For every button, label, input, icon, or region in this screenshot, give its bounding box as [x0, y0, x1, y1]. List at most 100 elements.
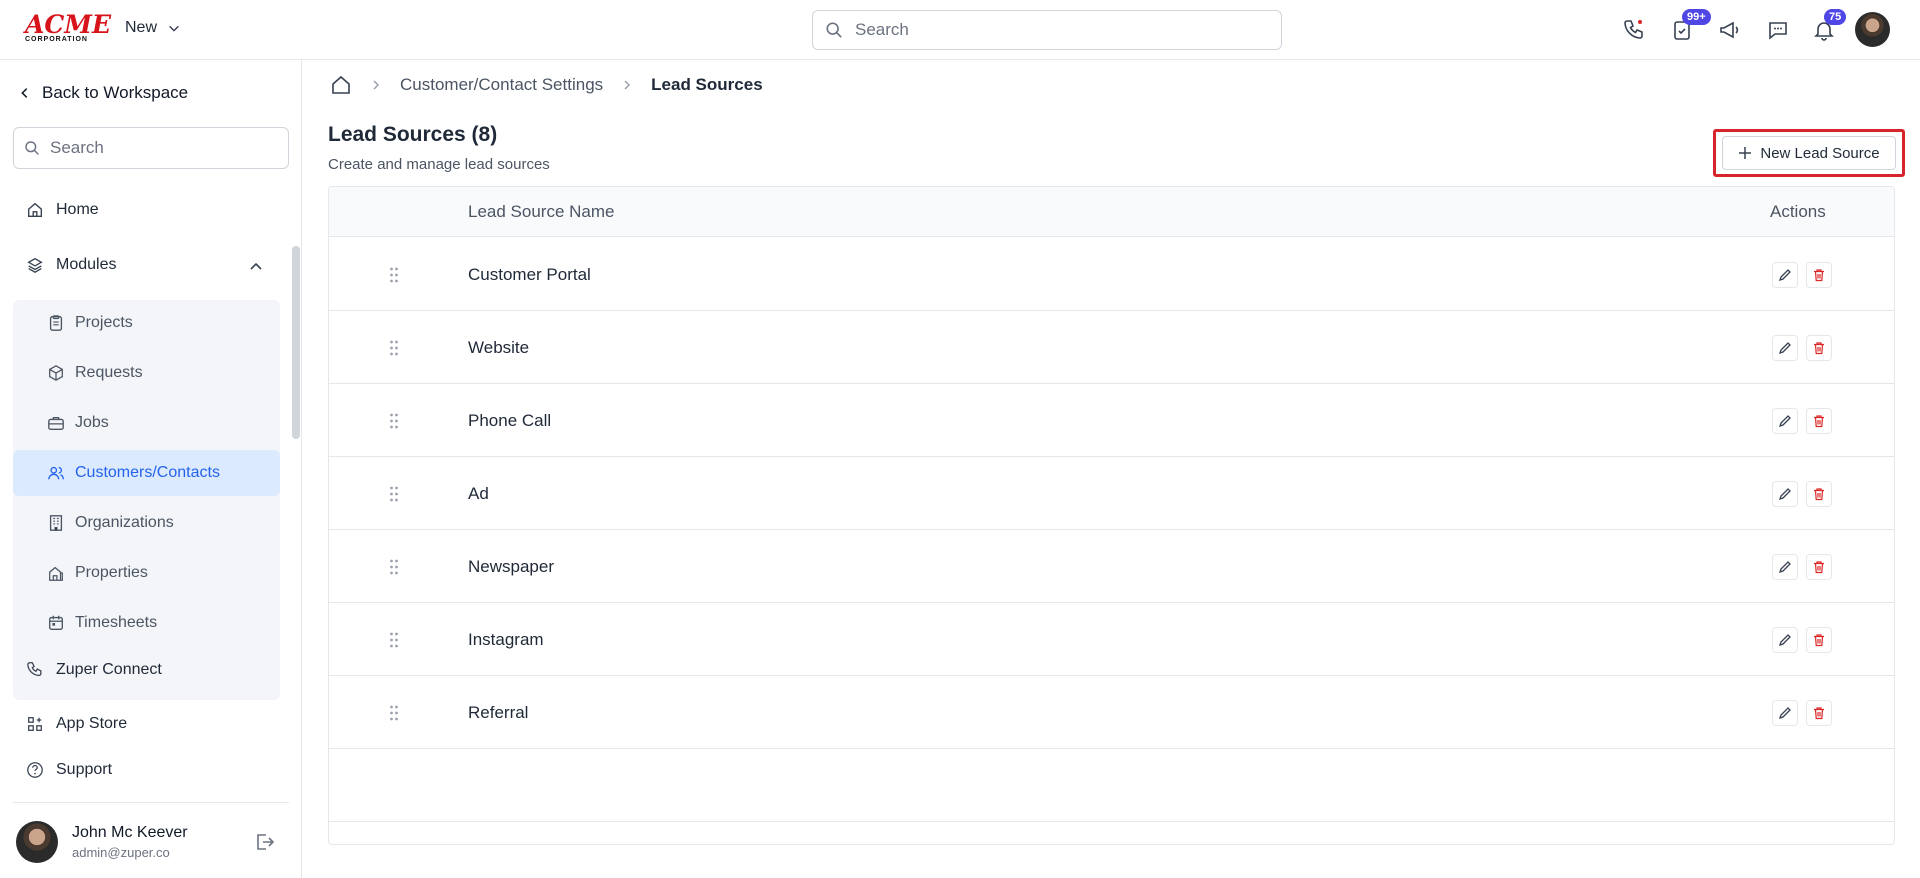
drag-handle-icon[interactable] [389, 266, 399, 284]
sidebar-item-app-store[interactable]: App Store [26, 715, 127, 733]
trash-icon [1814, 415, 1824, 428]
chevron-up-icon[interactable] [248, 258, 264, 274]
sidebar-search-input[interactable] [50, 138, 270, 158]
sidebar-item-home[interactable]: Home [26, 201, 99, 219]
drag-handle-icon[interactable] [389, 485, 399, 503]
chevron-left-icon [21, 88, 28, 98]
back-to-workspace-link[interactable]: Back to Workspace [18, 83, 188, 103]
sidebar-item-label: Organizations [75, 514, 174, 531]
global-search[interactable] [812, 10, 1282, 50]
new-menu-button[interactable]: New [125, 19, 181, 37]
sidebar-item-projects[interactable]: Projects [13, 300, 280, 346]
chevron-right-icon [373, 80, 380, 90]
users-icon [48, 466, 64, 480]
sidebar-search[interactable] [13, 127, 289, 169]
sidebar-scrollbar[interactable] [292, 246, 300, 439]
new-lead-source-highlight: New Lead Source [1713, 129, 1905, 177]
drag-handle-icon[interactable] [389, 704, 399, 722]
chevron-right-icon [624, 80, 631, 90]
table-row: Ad [329, 457, 1894, 530]
table-row: Website [329, 311, 1894, 384]
sidebar-item-requests[interactable]: Requests [13, 350, 280, 396]
edit-button[interactable] [1772, 262, 1798, 288]
pencil-icon [1778, 561, 1791, 574]
delete-button[interactable] [1806, 481, 1832, 507]
bell-icon[interactable]: 75 [1810, 9, 1847, 44]
sidebar-item-label: Requests [75, 364, 143, 381]
company-logo[interactable]: ACME CORPORATION [25, 12, 111, 46]
sidebar-item-label: Properties [75, 564, 148, 581]
sidebar-item-label: App Store [56, 715, 128, 732]
user-name: John Mc Keever [72, 824, 188, 841]
delete-button[interactable] [1806, 408, 1832, 434]
drag-handle-icon[interactable] [389, 558, 399, 576]
avatar [16, 821, 58, 863]
edit-button[interactable] [1772, 335, 1798, 361]
lead-source-name: Instagram [468, 630, 544, 649]
sidebar-item-modules[interactable]: Modules [26, 256, 116, 274]
briefcase-icon [48, 416, 64, 430]
delete-button[interactable] [1806, 627, 1832, 653]
delete-button[interactable] [1806, 554, 1832, 580]
sidebar-item-label: Timesheets [75, 614, 158, 631]
chat-icon[interactable] [1764, 16, 1792, 44]
delete-button[interactable] [1806, 700, 1832, 726]
tasks-badge: 99+ [1682, 9, 1711, 25]
drag-handle-icon[interactable] [389, 339, 399, 357]
sidebar-item-label: Jobs [75, 414, 109, 431]
table-row: Phone Call [329, 384, 1894, 457]
sidebar-item-timesheets[interactable]: Timesheets [13, 600, 280, 646]
chevron-down-icon [169, 25, 179, 32]
user-avatar[interactable] [1855, 12, 1890, 47]
megaphone-icon[interactable] [1716, 16, 1744, 44]
column-header-actions: Actions [1770, 202, 1826, 221]
sidebar-item-label: Home [56, 201, 99, 218]
edit-button[interactable] [1772, 481, 1798, 507]
modules-submenu: Projects Requests Jobs Customers/Contact… [13, 300, 280, 700]
sidebar-item-label: Customers/Contacts [75, 464, 220, 481]
pencil-icon [1778, 415, 1791, 428]
global-search-input[interactable] [855, 20, 1255, 40]
sidebar-item-properties[interactable]: Properties [13, 550, 280, 596]
delete-button[interactable] [1806, 262, 1832, 288]
phone-icon [27, 662, 42, 677]
home-icon[interactable] [330, 74, 352, 96]
pencil-icon [1778, 269, 1791, 282]
user-profile[interactable]: John Mc Keever admin@zuper.co [16, 821, 188, 863]
edit-button[interactable] [1772, 627, 1798, 653]
drag-handle-icon[interactable] [389, 631, 399, 649]
drag-handle-icon[interactable] [389, 412, 399, 430]
lead-source-name: Website [468, 338, 530, 357]
trash-icon [1814, 707, 1824, 720]
sidebar-item-support[interactable]: Support [26, 761, 112, 779]
home-icon [28, 202, 42, 217]
new-lead-source-label: New Lead Source [1760, 144, 1880, 162]
column-header-name: Lead Source Name [468, 202, 615, 221]
table-row: Referral [329, 676, 1894, 749]
logout-icon[interactable] [253, 831, 275, 853]
sidebar-item-customers-contacts[interactable]: Customers/Contacts [13, 450, 280, 496]
phone-icon[interactable] [1620, 16, 1648, 44]
edit-button[interactable] [1772, 554, 1798, 580]
sidebar-item-label: Modules [56, 256, 117, 273]
edit-button[interactable] [1772, 700, 1798, 726]
pencil-icon [1778, 342, 1791, 355]
sidebar-item-organizations[interactable]: Organizations [13, 500, 280, 546]
sidebar-item-label: Support [56, 761, 113, 778]
calendar-icon [49, 615, 63, 630]
apps-icon [28, 717, 42, 731]
tasks-icon[interactable]: 99+ [1668, 9, 1711, 44]
lead-source-name: Referral [468, 703, 529, 722]
table-row: Instagram [329, 603, 1894, 676]
layers-icon [27, 257, 43, 273]
breadcrumb-parent[interactable]: Customer/Contact Settings [400, 75, 603, 95]
new-lead-source-button[interactable]: New Lead Source [1722, 136, 1896, 170]
sidebar-item-zuper-connect[interactable]: Zuper Connect [26, 661, 162, 679]
delete-button[interactable] [1806, 335, 1832, 361]
main-content: Customer/Contact Settings Lead Sources L… [302, 60, 1920, 878]
lead-sources-table: Lead Source Name Actions Customer Portal… [328, 186, 1895, 845]
sidebar-item-jobs[interactable]: Jobs [13, 400, 280, 446]
search-icon [25, 141, 39, 155]
edit-button[interactable] [1772, 408, 1798, 434]
property-icon [49, 566, 63, 581]
